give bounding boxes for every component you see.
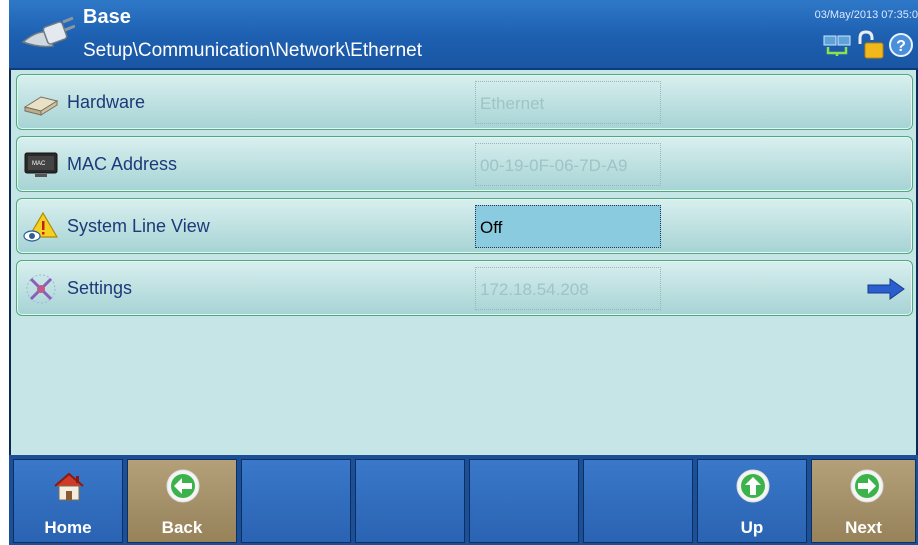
next-arrow-icon — [850, 469, 884, 503]
warning-eye-icon — [23, 211, 59, 242]
home-button[interactable]: Home — [13, 459, 123, 543]
svg-text:?: ? — [896, 38, 906, 55]
svg-text:MAC: MAC — [32, 161, 46, 167]
system-line-view-field[interactable]: Off — [475, 205, 661, 248]
status-icons: ? — [822, 30, 914, 60]
settings-value: 172.18.54.208 — [475, 267, 661, 310]
row-settings[interactable]: Settings 172.18.54.208 — [16, 260, 913, 316]
breadcrumb: Setup\Communication\Network\Ethernet — [83, 40, 422, 61]
softkey-3[interactable] — [241, 459, 351, 543]
monitor-icon: MAC — [24, 152, 58, 177]
help-icon[interactable]: ? — [888, 32, 914, 58]
right-arrow-icon[interactable] — [866, 277, 906, 301]
hardware-value: Ethernet — [475, 81, 661, 124]
app-window: Base Setup\Communication\Network\Etherne… — [9, 0, 918, 545]
settings-list: Hardware Ethernet MAC MAC Address 00-19-… — [9, 70, 918, 455]
softkey-6[interactable] — [583, 459, 693, 543]
row-mac-address[interactable]: MAC MAC Address 00-19-0F-06-7D-A9 — [16, 136, 913, 192]
row-hardware[interactable]: Hardware Ethernet — [16, 74, 913, 130]
softkey-label: Next — [845, 518, 882, 537]
softkey-bar: Home Back Up Next — [9, 455, 918, 545]
plug-icon — [21, 16, 75, 48]
softkey-label: Up — [740, 518, 764, 537]
page-title: Base — [83, 6, 131, 28]
softkey-label: Back — [161, 518, 203, 537]
network-settings-icon — [26, 274, 56, 304]
home-icon — [54, 472, 84, 501]
row-label: System Line View — [67, 216, 210, 236]
date-time: 03/May/2013 07:35:0 — [814, 9, 918, 21]
next-button[interactable]: Next — [811, 459, 916, 543]
softkey-5[interactable] — [469, 459, 579, 543]
row-label: MAC Address — [67, 154, 178, 174]
up-button[interactable]: Up — [697, 459, 807, 543]
unlock-icon[interactable] — [856, 30, 886, 60]
back-arrow-icon — [166, 469, 200, 503]
up-arrow-icon — [736, 469, 770, 503]
header-bar: Base Setup\Communication\Network\Etherne… — [9, 0, 918, 70]
row-label: Hardware — [67, 92, 146, 112]
back-button[interactable]: Back — [127, 459, 237, 543]
network-card-icon — [23, 96, 59, 116]
softkey-4[interactable] — [355, 459, 465, 543]
row-system-line-view[interactable]: System Line View Off — [16, 198, 913, 254]
softkey-label: Home — [44, 518, 92, 537]
mac-address-value: 00-19-0F-06-7D-A9 — [475, 143, 661, 186]
network-status-icon[interactable] — [822, 33, 854, 57]
row-label: Settings — [67, 278, 133, 298]
